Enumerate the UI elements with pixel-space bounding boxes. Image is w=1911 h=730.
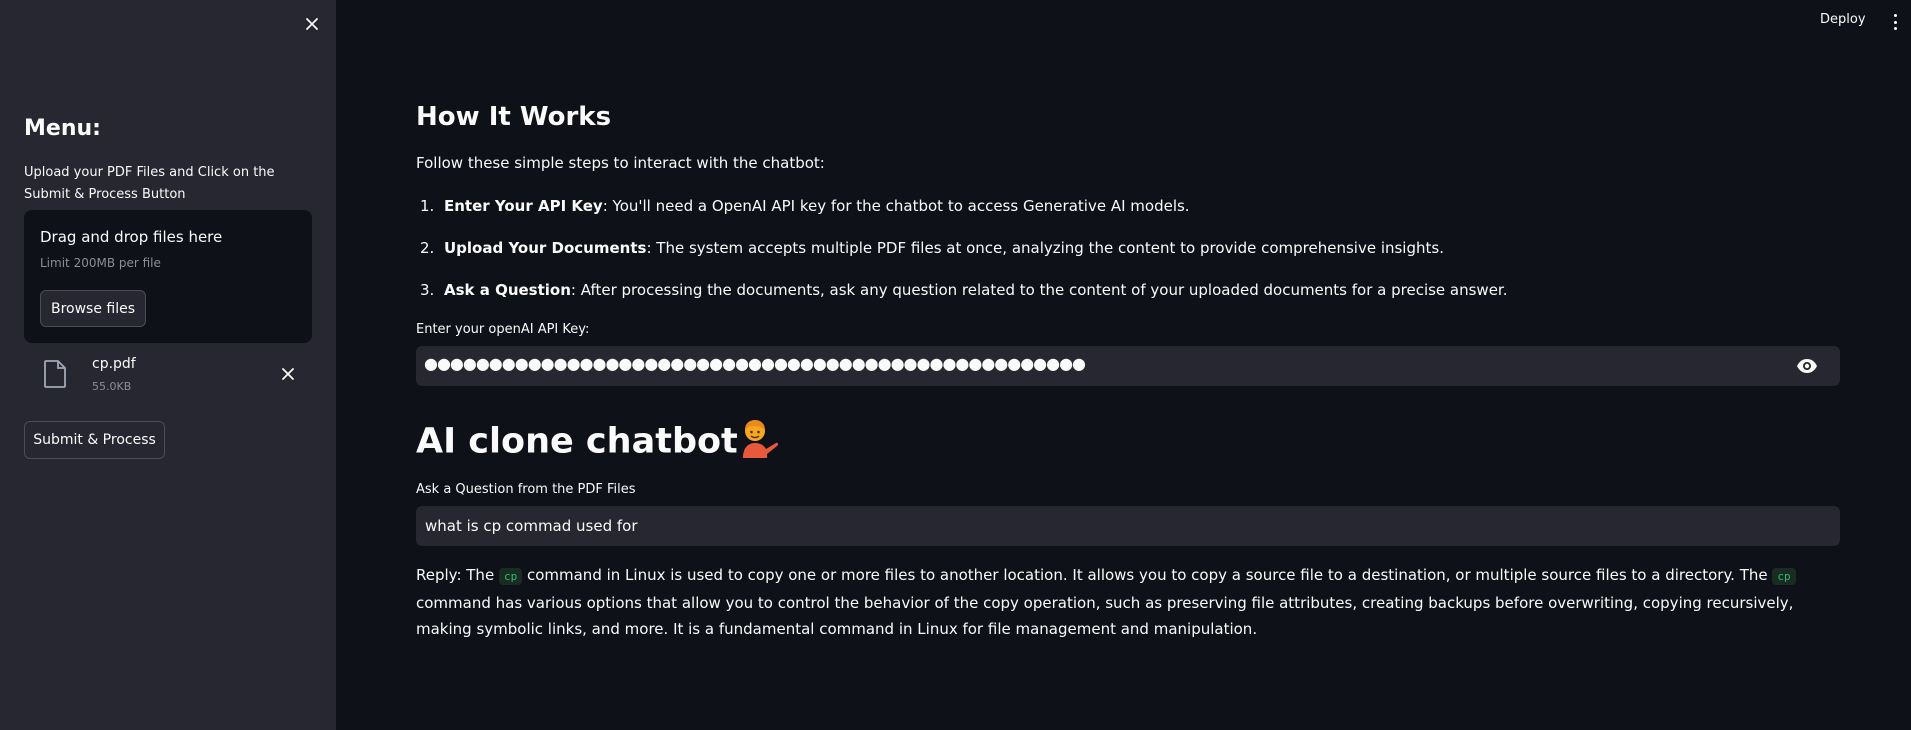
reply-body-end: command has various options that allow y… [416,594,1794,638]
step-number: 1. [420,197,435,215]
step-title: Enter Your API Key [444,197,603,215]
question-label: Ask a Question from the PDF Files [416,482,636,497]
deploy-button[interactable]: Deploy [1820,12,1866,34]
reply-body: command in Linux is used to copy one or … [522,566,1773,584]
api-key-masked-value: ●●●●●●●●●●●●●●●●●●●●●●●●●●●●●●●●●●●●●●●●… [424,354,1086,373]
inline-code: cp [1772,568,1796,585]
step-number: 2. [420,239,435,257]
reply-prefix: Reply: The [416,566,499,584]
dropzone-limit: Limit 200MB per file [40,256,161,270]
question-input[interactable] [416,506,1840,546]
list-item: 2. Upload Your Documents: The system acc… [416,238,1840,280]
step-title: Ask a Question [444,281,571,299]
inline-code: cp [498,568,523,585]
dropzone-title: Drag and drop files here [40,228,223,246]
file-dropzone[interactable]: Drag and drop files here Limit 200MB per… [24,210,312,343]
step-description: : The system accepts multiple PDF files … [646,239,1444,257]
menu-title: Menu: [24,116,101,141]
step-title: Upload Your Documents [444,239,647,257]
uploaded-file-item: cp.pdf 55.0KB [24,352,312,400]
person-tipping-hand-icon [740,418,778,467]
file-icon [44,360,66,392]
api-key-field[interactable]: ●●●●●●●●●●●●●●●●●●●●●●●●●●●●●●●●●●●●●●●●… [416,346,1840,386]
file-name: cp.pdf [92,356,136,372]
list-item: 1. Enter Your API Key: You'll need a Ope… [416,196,1840,238]
close-icon[interactable] [300,12,324,36]
step-description: : After processing the documents, ask an… [570,281,1508,299]
api-key-label: Enter your openAI API Key: [416,322,590,337]
how-it-works-heading: How It Works [416,102,612,132]
browse-files-button[interactable]: Browse files [40,290,146,327]
reply-text: Reply: The cp command in Linux is used t… [416,562,1840,642]
eye-icon[interactable] [1796,356,1818,376]
step-number: 3. [420,281,435,299]
chatbot-title-text: AI clone chatbot [416,421,738,462]
chatbot-heading: AI clone chatbot [416,418,778,467]
file-size: 55.0KB [92,380,132,393]
sidebar: Menu: Upload your PDF Files and Click on… [0,0,336,730]
steps-list: 1. Enter Your API Key: You'll need a Ope… [416,196,1840,322]
step-description: : You'll need a OpenAI API key for the c… [602,197,1190,215]
list-item: 3. Ask a Question: After processing the … [416,280,1840,322]
intro-text: Follow these simple steps to interact wi… [416,154,825,172]
submit-process-button[interactable]: Submit & Process [24,421,165,459]
remove-file-icon[interactable] [276,362,300,386]
upload-label: Upload your PDF Files and Click on the S… [24,165,275,202]
more-vert-icon[interactable] [1890,12,1900,32]
